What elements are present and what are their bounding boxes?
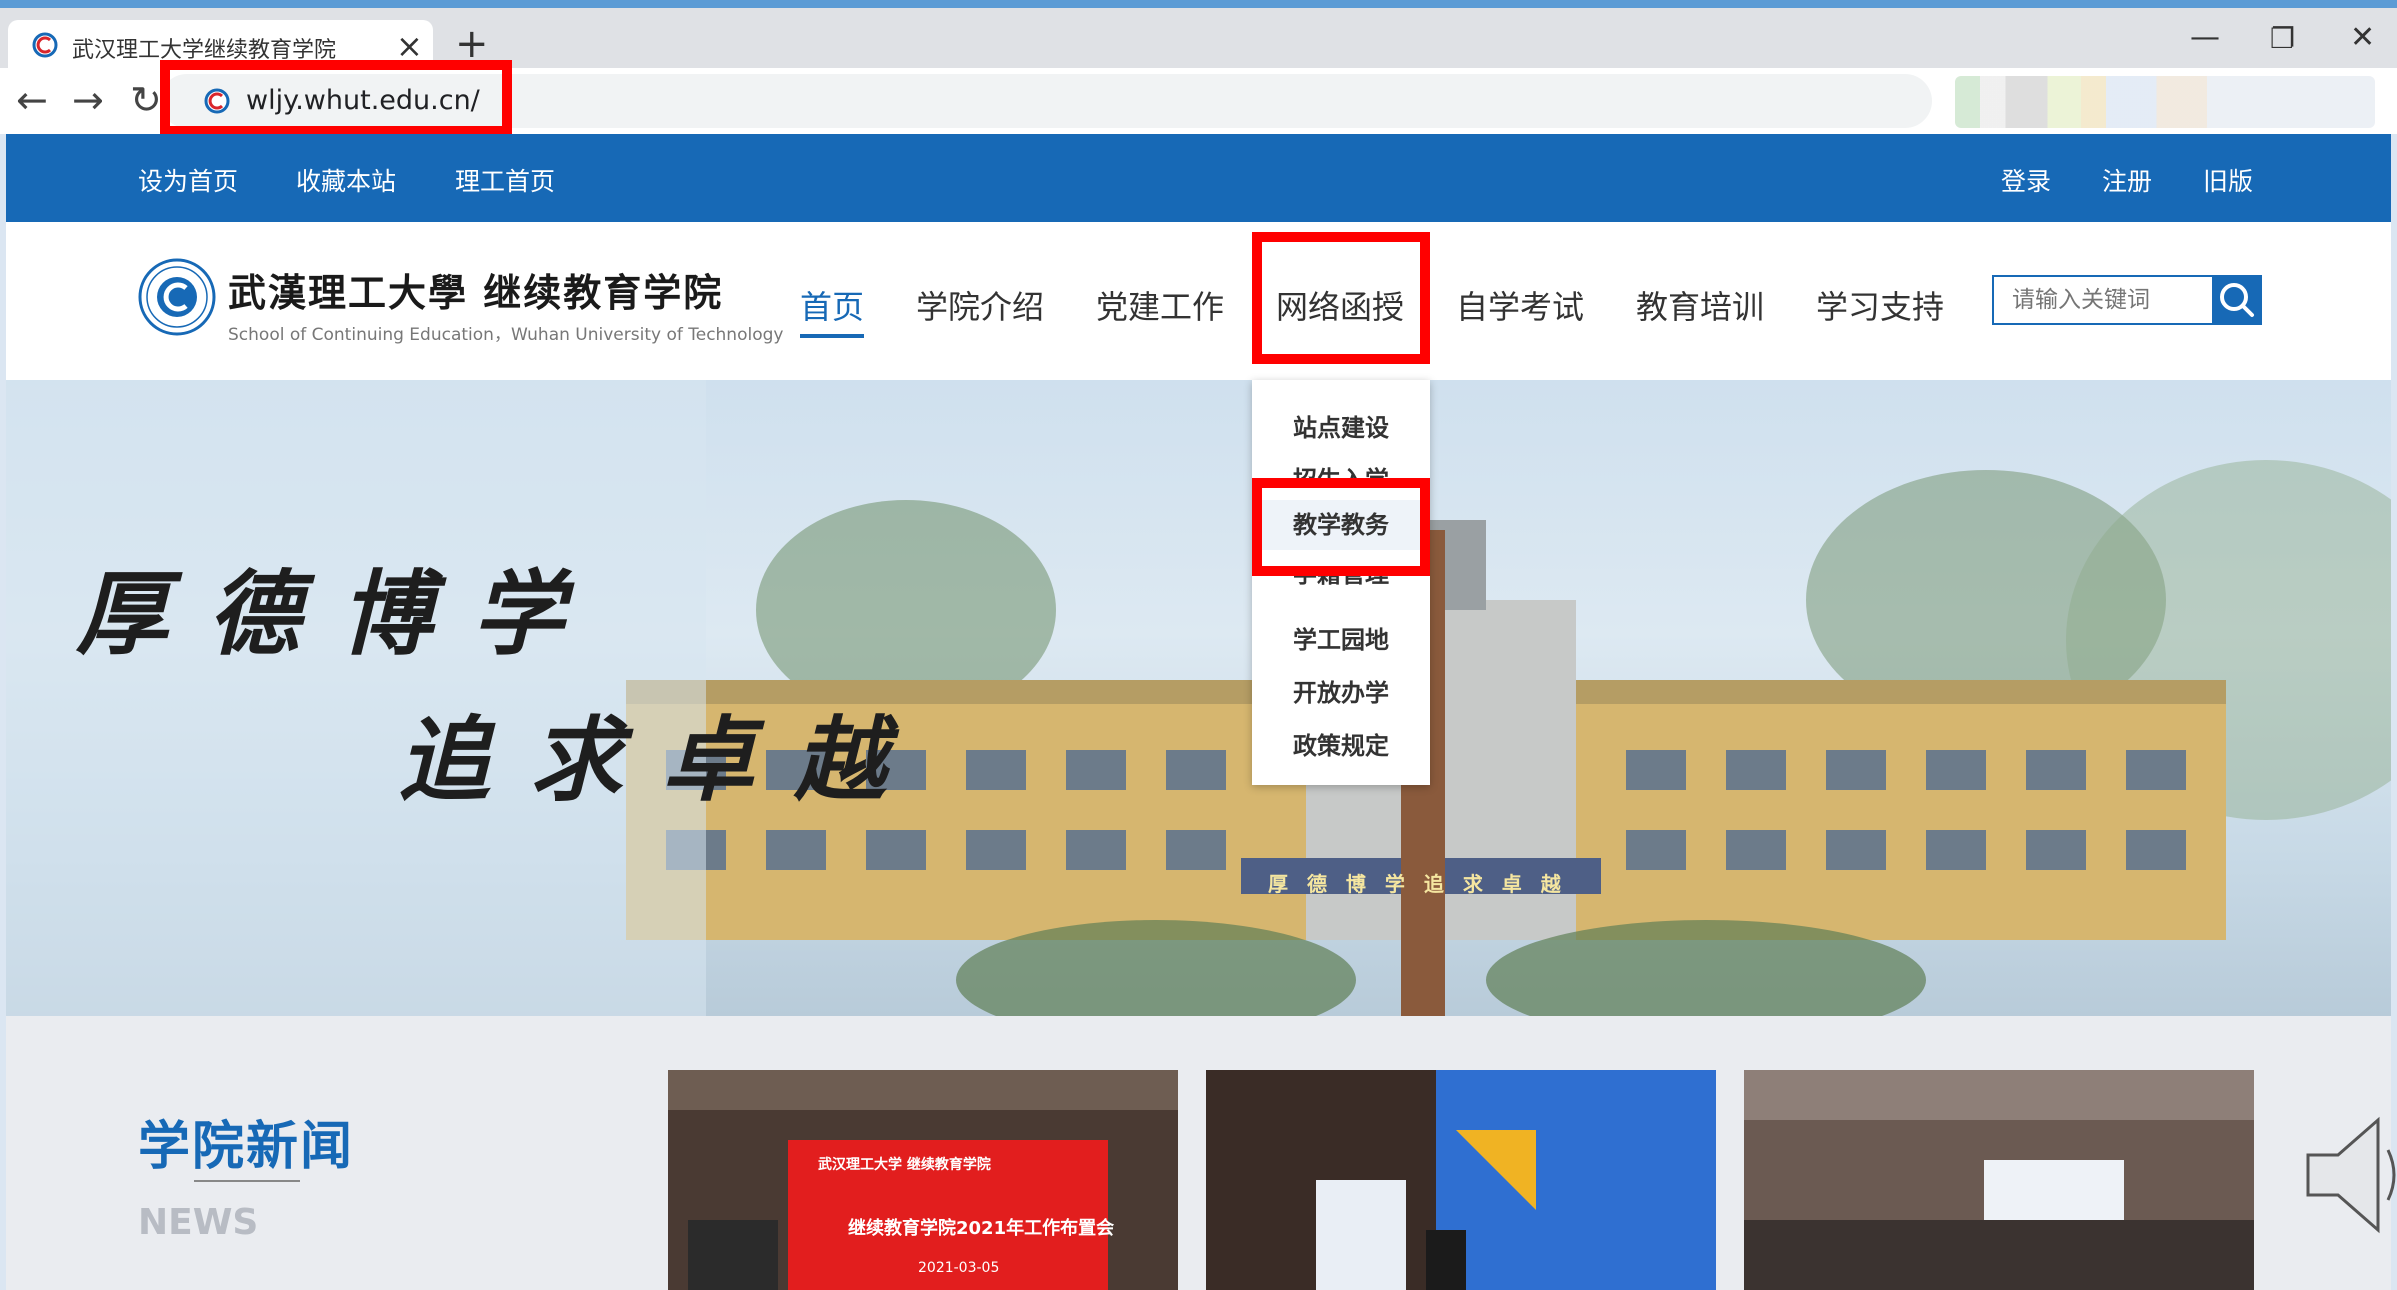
meeting-photo [668, 1070, 1178, 1290]
site-header: 武漢理工大學 继续教育学院 School of Continuing Educa… [6, 222, 2391, 380]
site-favicon-icon [32, 32, 58, 58]
dropdown-highlight-box [1252, 478, 1430, 576]
photo-caption: 继续教育学院2021年工作布置会 [848, 1218, 1115, 1239]
close-window-button[interactable]: ✕ [2350, 20, 2375, 55]
speaker-icon[interactable] [2300, 1110, 2397, 1240]
news-subtitle: NEWS [138, 1202, 259, 1243]
presentation-photo [1206, 1070, 1716, 1290]
news-photo-1[interactable]: 武汉理工大学 继续教育学院 继续教育学院2021年工作布置会 2021-03-0… [668, 1070, 1178, 1290]
photo-caption-org: 武汉理工大学 继续教育学院 [818, 1157, 991, 1173]
classroom-photo [1744, 1070, 2254, 1290]
old-version-link[interactable]: 旧版 [2203, 162, 2253, 198]
dropdown-item-open-education[interactable]: 开放办学 [1252, 673, 1430, 708]
news-photo-2[interactable] [1206, 1070, 1716, 1290]
nav-highlight-box [1252, 232, 1430, 364]
url-highlight-box [160, 60, 512, 136]
nav-self-study-exam[interactable]: 自学考试 [1456, 282, 1584, 328]
reload-button[interactable]: ↻ [130, 78, 162, 122]
extensions-area [1955, 76, 2375, 128]
nav-party[interactable]: 党建工作 [1096, 282, 1224, 328]
back-button[interactable]: ← [16, 78, 48, 122]
logo-chinese-name[interactable]: 武漢理工大學 继续教育学院 [228, 262, 723, 317]
search-input[interactable] [1992, 275, 2214, 325]
dropdown-item-site-construction[interactable]: 站点建设 [1252, 408, 1430, 443]
set-homepage-link[interactable]: 设为首页 [138, 162, 238, 198]
campus-building-image [6, 380, 2391, 1016]
news-title[interactable]: 学院新闻 [138, 1104, 354, 1179]
restore-button[interactable]: ❐ [2270, 22, 2295, 55]
dropdown-item-policies[interactable]: 政策规定 [1252, 726, 1430, 761]
site-topbar: 设为首页 收藏本站 理工首页 登录 注册 旧版 [6, 134, 2391, 222]
whut-home-link[interactable]: 理工首页 [455, 162, 555, 198]
hero-banner: 厚 德 博 学 追 求 卓 越 厚德博学 追求卓越 [6, 380, 2391, 1016]
search-icon [2220, 283, 2254, 317]
search-button[interactable] [2212, 275, 2262, 325]
slogan-line-2: 追求卓越 [398, 706, 927, 814]
login-link[interactable]: 登录 [2001, 162, 2051, 198]
forward-button[interactable]: → [72, 78, 104, 122]
university-emblem-icon[interactable] [138, 258, 216, 336]
nav-home[interactable]: 首页 [800, 282, 864, 328]
building-sign-text: 厚 德 博 学 追 求 卓 越 [1268, 872, 1567, 896]
nav-learning-support[interactable]: 学习支持 [1816, 282, 1944, 328]
news-section: 学院新闻 NEWS 武汉理工大学 继续教育学院 继续教育学院2021年工作布置会… [6, 1016, 2391, 1290]
minimize-button[interactable]: — [2190, 20, 2220, 55]
window-frame [0, 0, 2397, 8]
tab-strip: 武汉理工大学继续教育学院 × + — ❐ ✕ [0, 8, 2397, 70]
slogan-line-1: 厚德博学 [76, 560, 605, 668]
nav-about[interactable]: 学院介绍 [916, 282, 1044, 328]
bookmark-site-link[interactable]: 收藏本站 [296, 162, 396, 198]
register-link[interactable]: 注册 [2102, 162, 2152, 198]
photo-date: 2021-03-05 [918, 1260, 1000, 1276]
active-nav-underline [800, 334, 864, 338]
dropdown-item-student-work[interactable]: 学工园地 [1252, 620, 1430, 655]
logo-english-name: School of Continuing Education，Wuhan Uni… [228, 325, 784, 345]
nav-education-training[interactable]: 教育培训 [1636, 282, 1764, 328]
news-photo-3[interactable] [1744, 1070, 2254, 1290]
network-correspondence-dropdown: 站点建设 招生入学 教学教务 学籍管理 学工园地 开放办学 政策规定 [1252, 380, 1430, 785]
news-divider [194, 1180, 300, 1182]
